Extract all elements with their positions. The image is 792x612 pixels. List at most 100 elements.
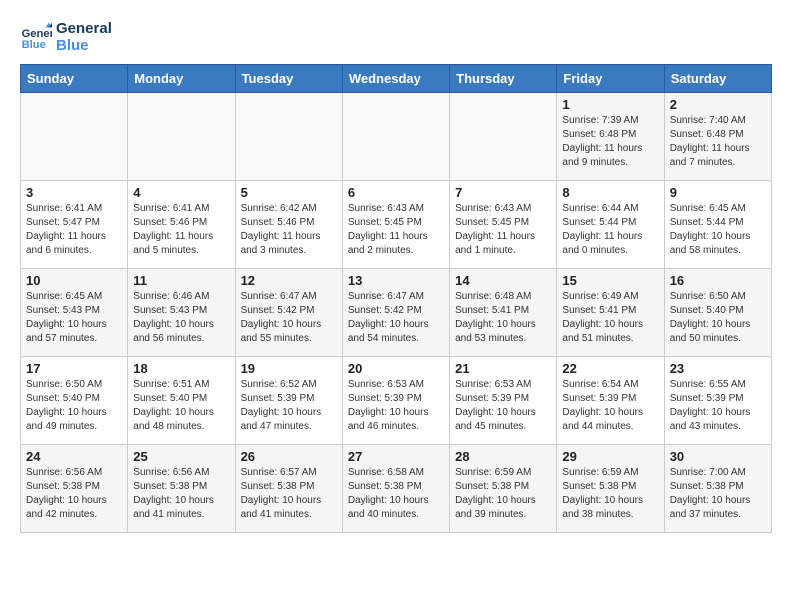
logo: General Blue General Blue: [20, 20, 112, 54]
calendar-week-row: 24 Sunrise: 6:56 AM Sunset: 5:38 PM Dayli…: [21, 445, 772, 533]
day-number: 20: [348, 361, 444, 376]
calendar-cell: 7 Sunrise: 6:43 AM Sunset: 5:45 PM Daylig…: [450, 181, 557, 269]
day-info: Sunrise: 6:57 AM Sunset: 5:38 PM Dayligh…: [241, 466, 337, 522]
calendar-week-row: 1Sunrise: 7:39 AM Sunset: 6:48 PM Daylig…: [21, 93, 772, 181]
day-info: Sunrise: 6:47 AM Sunset: 5:42 PM Dayligh…: [241, 290, 337, 346]
day-info: Sunrise: 7:00 AM Sunset: 5:38 PM Dayligh…: [670, 466, 766, 522]
day-number: 8: [562, 185, 658, 200]
calendar-cell: 28Sunrise: 6:59 AM Sunset: 5:38 PM Dayli…: [450, 445, 557, 533]
day-number: 3: [26, 185, 122, 200]
day-info: Sunrise: 6:46 AM Sunset: 5:43 PM Dayligh…: [133, 290, 229, 346]
day-info: Sunrise: 6:53 AM Sunset: 5:39 PM Dayligh…: [348, 378, 444, 434]
day-info: Sunrise: 7:40 AM Sunset: 6:48 PM Dayligh…: [670, 114, 766, 170]
calendar-cell: 22 Sunrise: 6:54 AM Sunset: 5:39 PM Dayli…: [557, 357, 664, 445]
day-info: Sunrise: 6:53 AM Sunset: 5:39 PM Dayligh…: [455, 378, 551, 434]
day-number: 29: [562, 449, 658, 464]
logo-line2: Blue: [56, 37, 112, 54]
day-number: 23: [670, 361, 766, 376]
calendar-cell: 27 Sunrise: 6:58 AM Sunset: 5:38 PM Dayli…: [342, 445, 449, 533]
day-number: 13: [348, 273, 444, 288]
calendar-cell: 2 Sunrise: 7:40 AM Sunset: 6:48 PM Daylig…: [664, 93, 771, 181]
calendar-cell: [342, 93, 449, 181]
calendar-cell: 25 Sunrise: 6:56 AM Sunset: 5:38 PM Dayli…: [128, 445, 235, 533]
calendar-header-row: SundayMondayTuesdayWednesdayThursdayFrid…: [21, 65, 772, 93]
day-number: 28: [455, 449, 551, 464]
header-wednesday: Wednesday: [342, 65, 449, 93]
day-number: 21: [455, 361, 551, 376]
calendar-cell: 19Sunrise: 6:52 AM Sunset: 5:39 PM Dayli…: [235, 357, 342, 445]
day-number: 30: [670, 449, 766, 464]
day-number: 27: [348, 449, 444, 464]
day-number: 15: [562, 273, 658, 288]
day-number: 12: [241, 273, 337, 288]
calendar-cell: 15 Sunrise: 6:49 AM Sunset: 5:41 PM Dayli…: [557, 269, 664, 357]
calendar-cell: 6 Sunrise: 6:43 AM Sunset: 5:45 PM Daylig…: [342, 181, 449, 269]
day-info: Sunrise: 6:41 AM Sunset: 5:46 PM Dayligh…: [133, 202, 229, 258]
calendar-week-row: 10 Sunrise: 6:45 AM Sunset: 5:43 PM Dayli…: [21, 269, 772, 357]
day-number: 9: [670, 185, 766, 200]
day-info: Sunrise: 6:55 AM Sunset: 5:39 PM Dayligh…: [670, 378, 766, 434]
day-number: 14: [455, 273, 551, 288]
day-number: 1: [562, 97, 658, 112]
day-info: Sunrise: 6:45 AM Sunset: 5:43 PM Dayligh…: [26, 290, 122, 346]
calendar-week-row: 17Sunrise: 6:50 AM Sunset: 5:40 PM Dayli…: [21, 357, 772, 445]
svg-text:General: General: [22, 28, 52, 40]
day-info: Sunrise: 6:51 AM Sunset: 5:40 PM Dayligh…: [133, 378, 229, 434]
day-number: 22: [562, 361, 658, 376]
svg-text:Blue: Blue: [22, 39, 46, 51]
day-number: 19: [241, 361, 337, 376]
calendar-cell: [128, 93, 235, 181]
day-info: Sunrise: 6:49 AM Sunset: 5:41 PM Dayligh…: [562, 290, 658, 346]
day-number: 5: [241, 185, 337, 200]
page-header: General Blue General Blue: [20, 20, 772, 54]
day-number: 4: [133, 185, 229, 200]
header-thursday: Thursday: [450, 65, 557, 93]
day-info: Sunrise: 6:58 AM Sunset: 5:38 PM Dayligh…: [348, 466, 444, 522]
calendar-cell: 17Sunrise: 6:50 AM Sunset: 5:40 PM Dayli…: [21, 357, 128, 445]
calendar-cell: 3 Sunrise: 6:41 AM Sunset: 5:47 PM Daylig…: [21, 181, 128, 269]
calendar-cell: [235, 93, 342, 181]
day-number: 16: [670, 273, 766, 288]
calendar-cell: [450, 93, 557, 181]
day-number: 10: [26, 273, 122, 288]
calendar-week-row: 3 Sunrise: 6:41 AM Sunset: 5:47 PM Daylig…: [21, 181, 772, 269]
day-info: Sunrise: 6:47 AM Sunset: 5:42 PM Dayligh…: [348, 290, 444, 346]
calendar-cell: 16 Sunrise: 6:50 AM Sunset: 5:40 PM Dayli…: [664, 269, 771, 357]
day-info: Sunrise: 6:43 AM Sunset: 5:45 PM Dayligh…: [348, 202, 444, 258]
calendar-cell: 23 Sunrise: 6:55 AM Sunset: 5:39 PM Dayli…: [664, 357, 771, 445]
header-monday: Monday: [128, 65, 235, 93]
calendar-cell: 10 Sunrise: 6:45 AM Sunset: 5:43 PM Dayli…: [21, 269, 128, 357]
calendar-table: SundayMondayTuesdayWednesdayThursdayFrid…: [20, 64, 772, 533]
day-number: 26: [241, 449, 337, 464]
day-info: Sunrise: 6:43 AM Sunset: 5:45 PM Dayligh…: [455, 202, 551, 258]
calendar-cell: 4 Sunrise: 6:41 AM Sunset: 5:46 PM Daylig…: [128, 181, 235, 269]
day-number: 24: [26, 449, 122, 464]
day-info: Sunrise: 6:45 AM Sunset: 5:44 PM Dayligh…: [670, 202, 766, 258]
calendar-cell: 13 Sunrise: 6:47 AM Sunset: 5:42 PM Dayli…: [342, 269, 449, 357]
day-info: Sunrise: 6:56 AM Sunset: 5:38 PM Dayligh…: [26, 466, 122, 522]
day-info: Sunrise: 6:41 AM Sunset: 5:47 PM Dayligh…: [26, 202, 122, 258]
day-info: Sunrise: 6:56 AM Sunset: 5:38 PM Dayligh…: [133, 466, 229, 522]
day-number: 25: [133, 449, 229, 464]
day-number: 6: [348, 185, 444, 200]
calendar-cell: 9 Sunrise: 6:45 AM Sunset: 5:44 PM Daylig…: [664, 181, 771, 269]
day-number: 11: [133, 273, 229, 288]
calendar-cell: 8Sunrise: 6:44 AM Sunset: 5:44 PM Daylig…: [557, 181, 664, 269]
day-info: Sunrise: 6:48 AM Sunset: 5:41 PM Dayligh…: [455, 290, 551, 346]
calendar-cell: 30 Sunrise: 7:00 AM Sunset: 5:38 PM Dayli…: [664, 445, 771, 533]
calendar-cell: 1Sunrise: 7:39 AM Sunset: 6:48 PM Daylig…: [557, 93, 664, 181]
day-number: 7: [455, 185, 551, 200]
day-info: Sunrise: 6:54 AM Sunset: 5:39 PM Dayligh…: [562, 378, 658, 434]
header-friday: Friday: [557, 65, 664, 93]
header-sunday: Sunday: [21, 65, 128, 93]
day-number: 2: [670, 97, 766, 112]
calendar-cell: 14 Sunrise: 6:48 AM Sunset: 5:41 PM Dayli…: [450, 269, 557, 357]
calendar-cell: 21 Sunrise: 6:53 AM Sunset: 5:39 PM Dayli…: [450, 357, 557, 445]
header-tuesday: Tuesday: [235, 65, 342, 93]
logo-line1: General: [56, 20, 112, 37]
calendar-cell: 29Sunrise: 6:59 AM Sunset: 5:38 PM Dayli…: [557, 445, 664, 533]
day-info: Sunrise: 6:50 AM Sunset: 5:40 PM Dayligh…: [670, 290, 766, 346]
header-saturday: Saturday: [664, 65, 771, 93]
day-number: 18: [133, 361, 229, 376]
calendar-cell: 18 Sunrise: 6:51 AM Sunset: 5:40 PM Dayli…: [128, 357, 235, 445]
